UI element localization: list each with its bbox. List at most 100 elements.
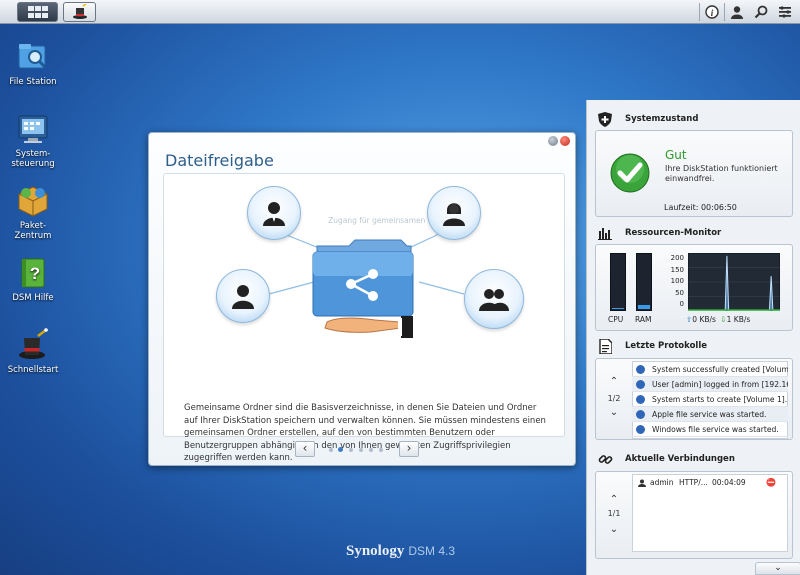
cpu-label: CPU	[608, 315, 624, 324]
widget-title: Dateifreigabe	[165, 151, 274, 170]
log-text: Apple file service was started.	[652, 409, 767, 419]
svg-text:?: ?	[30, 264, 40, 283]
help-icon: ?	[16, 256, 50, 290]
page-dot[interactable]	[359, 448, 363, 452]
info-icon[interactable]: i	[703, 3, 721, 21]
control-panel-icon	[16, 112, 50, 146]
user-group-icon	[479, 289, 509, 311]
y-tick: 0	[679, 300, 684, 308]
connection-row[interactable]: admin HTTP/... 00:04:09 ⛔	[633, 475, 787, 490]
current-connections-box: ⌃ 1/1 ⌄ admin HTTP/... 00:04:09 ⛔	[595, 471, 793, 559]
current-connections-header[interactable]: Aktuelle Verbindungen	[587, 448, 800, 470]
uptime-value: 00:06:50	[700, 203, 737, 212]
user-circle-2	[427, 186, 481, 240]
resource-monitor-header[interactable]: Ressourcen-Monitor	[587, 222, 800, 244]
page-dot-active[interactable]	[338, 447, 343, 452]
document-icon	[597, 338, 613, 354]
download-speed: 1 KB/s	[726, 315, 751, 324]
search-icon[interactable]	[752, 3, 770, 21]
recent-logs-box: ⌃ 1/2 ⌄ System successfully created [Vol…	[595, 358, 793, 440]
y-tick: 50	[675, 288, 684, 297]
connections-list: admin HTTP/... 00:04:09 ⛔	[632, 474, 788, 552]
log-entry[interactable]: User [admin] logged in from [192.168.1.2…	[632, 377, 788, 392]
page-dot[interactable]	[379, 448, 383, 452]
package-center-icon	[16, 184, 50, 218]
quickstart-taskbar-button[interactable]	[63, 2, 96, 22]
magic-hat-icon	[72, 4, 87, 19]
synology-logo: Synology DSM 4.3	[346, 543, 455, 560]
network-speed: ⇧0 KB/s ⇩1 KB/s	[686, 315, 750, 324]
info-icon	[636, 379, 645, 389]
system-health-title: Systemzustand	[625, 114, 699, 124]
desktop-icon-label: File Station	[9, 77, 57, 87]
uptime-label: Laufzeit:	[664, 203, 699, 212]
options-icon[interactable]	[776, 3, 794, 21]
chain-link-icon	[597, 451, 613, 467]
grid-icon	[27, 6, 48, 18]
user-circle-1	[247, 186, 301, 240]
brand-name: Synology	[346, 543, 405, 559]
connections-scroll-up-icon[interactable]: ⌃	[596, 494, 632, 505]
health-status: Gut	[665, 148, 687, 162]
desktop-icon-dsm-help[interactable]: ? DSM Hilfe	[0, 256, 66, 303]
current-connections-title: Aktuelle Verbindungen	[625, 454, 735, 464]
dsm-version: DSM 4.3	[408, 544, 456, 558]
logs-scroll-down-icon[interactable]: ⌄	[596, 407, 632, 418]
main-menu-button[interactable]	[17, 2, 58, 22]
desktop-icon-label: DSM Hilfe	[12, 293, 54, 303]
log-entry[interactable]: Windows file service was started.	[632, 422, 788, 437]
upload-speed: 0 KB/s	[692, 315, 716, 324]
log-text: Windows file service was started.	[652, 424, 779, 434]
user-icon	[263, 202, 285, 226]
connection-type: HTTP/...	[679, 478, 708, 487]
log-entry[interactable]: System successfully created [Volume 1].	[632, 362, 788, 377]
page-dot[interactable]	[349, 448, 353, 452]
disconnect-icon[interactable]: ⛔	[766, 478, 776, 487]
user-icon	[232, 285, 254, 309]
recent-logs-title: Letzte Protokolle	[625, 341, 707, 351]
info-icon	[636, 394, 645, 404]
widget-description: Gemeinsame Ordner sind die Basisverzeich…	[184, 403, 546, 463]
minimize-icon[interactable]	[548, 136, 558, 146]
recent-logs-header[interactable]: Letzte Protokolle	[587, 335, 800, 357]
connections-page-indicator: 1/1	[607, 509, 621, 518]
resource-monitor-box: CPU RAM 200 150 100 50 0 ⇧0 KB/s ⇩1 KB/s	[595, 244, 793, 331]
ram-label: RAM	[635, 315, 652, 324]
connection-time: 00:04:09	[712, 478, 746, 487]
page-dot[interactable]	[329, 448, 333, 452]
desktop-icon-label: System-steuerung	[11, 149, 55, 169]
desktop-icon-label: Paket-Zentrum	[14, 221, 52, 241]
shield-icon	[597, 111, 613, 127]
y-tick: 100	[670, 277, 684, 285]
file-station-icon	[16, 40, 50, 74]
network-chart	[688, 253, 780, 311]
log-text: System starts to create [Volume 1].	[652, 394, 788, 404]
widget-sidebar: Systemzustand Gut Ihre DiskStation funkt…	[586, 100, 800, 575]
previous-page-button[interactable]: ‹	[295, 441, 315, 457]
ram-gauge	[636, 253, 652, 311]
logs-scroll-up-icon[interactable]: ⌃	[596, 376, 632, 387]
user-circle-3	[216, 269, 270, 323]
y-tick: 150	[670, 265, 684, 274]
desktop-icon-package-center[interactable]: Paket-Zentrum	[0, 184, 66, 241]
system-health-header[interactable]: Systemzustand	[587, 108, 800, 130]
connection-user: admin	[650, 478, 674, 487]
info-icon	[636, 409, 645, 419]
quickstart-icon	[16, 328, 50, 362]
network-y-axis: 200 150 100 50 0	[666, 253, 684, 311]
page-dot[interactable]	[369, 448, 373, 452]
log-entry[interactable]: Apple file service was started.	[632, 407, 788, 422]
user-icon[interactable]	[728, 3, 746, 21]
desktop-icon-file-station[interactable]: File Station	[0, 40, 66, 87]
health-message: Ihre DiskStation funktioniert einwandfre…	[665, 164, 778, 183]
next-page-button[interactable]: ›	[399, 441, 419, 457]
connections-scroll-down-icon[interactable]: ⌄	[596, 524, 632, 535]
desktop-icon-control-panel[interactable]: System-steuerung	[0, 112, 66, 169]
user-group-circle	[464, 269, 524, 329]
uptime: Laufzeit: 00:06:50	[664, 203, 737, 212]
log-entry[interactable]: System starts to create [Volume 1].	[632, 392, 788, 407]
desktop-icon-quickstart[interactable]: Schnellstart	[0, 328, 66, 375]
collapse-sidebar-button[interactable]: ⌄	[755, 562, 800, 575]
system-health-box: Gut Ihre DiskStation funktioniert einwan…	[595, 130, 793, 217]
close-icon[interactable]	[560, 136, 570, 146]
